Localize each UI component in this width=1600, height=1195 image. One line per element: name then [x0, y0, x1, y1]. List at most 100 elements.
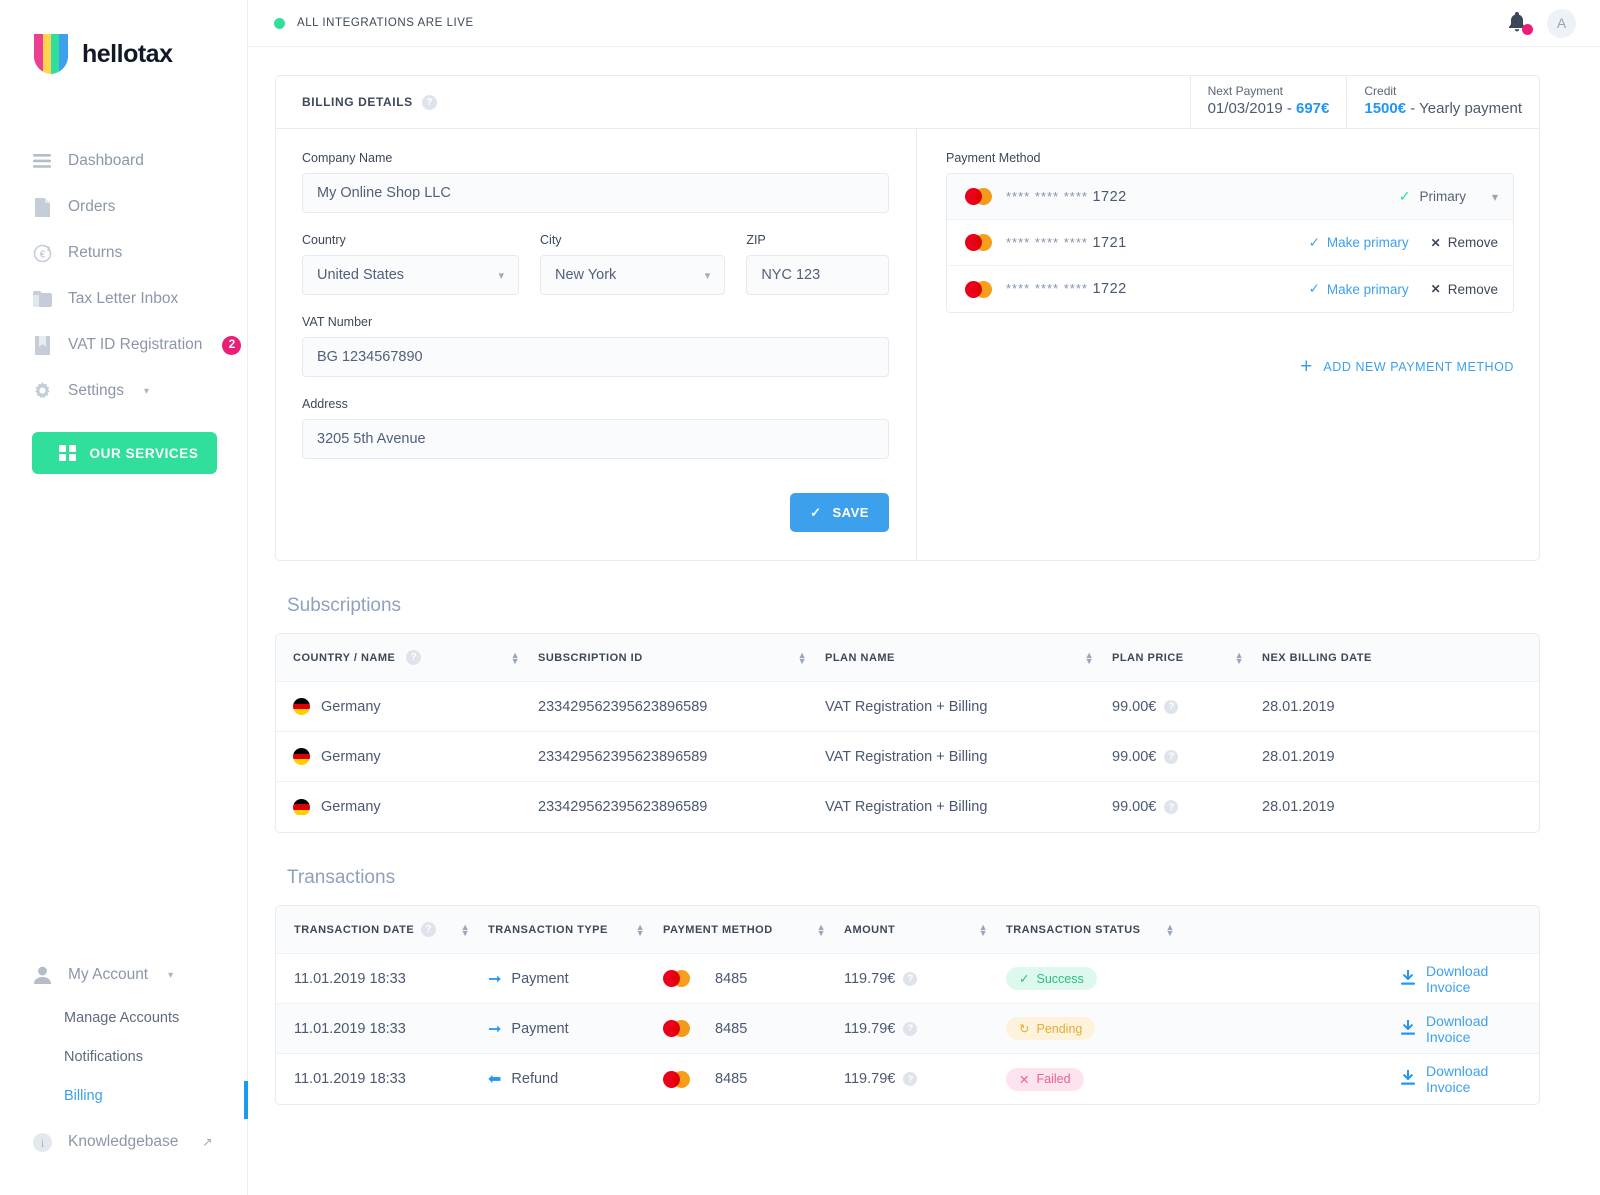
help-icon[interactable]: ? — [903, 1072, 918, 1086]
cell-amount: 119.79€ ? — [844, 971, 1006, 987]
column-label: TRANSACTION STATUS — [1006, 923, 1141, 936]
remove-payment-method-button[interactable]: ✕ Remove — [1431, 235, 1498, 250]
country-value: United States — [317, 267, 405, 283]
sidebar-item-vat-id-registration[interactable]: VAT ID Registration 2 — [0, 322, 247, 368]
make-primary-button[interactable]: ✓ Make primary — [1309, 281, 1409, 297]
city-select[interactable]: New York ▾ — [540, 255, 726, 295]
chevron-down-icon: ▾ — [168, 969, 174, 981]
add-payment-method-button[interactable]: + ADD NEW PAYMENT METHOD — [946, 356, 1514, 377]
remove-payment-method-button[interactable]: ✕ Remove — [1431, 282, 1498, 297]
sidebar-nav: Dashboard Orders € Returns Tax Letter In… — [0, 138, 247, 414]
payment-method-row[interactable]: **** **** **** 1722 ✓ Make primary ✕ Rem… — [947, 266, 1513, 312]
column-header-transaction-date[interactable]: TRANSACTION DATE ? ▲ ▼ — [276, 922, 488, 937]
transactions-table-header: TRANSACTION DATE ? ▲ ▼ TRANSACTION TYPE ▲… — [276, 906, 1539, 954]
country-select[interactable]: United States ▾ — [302, 255, 520, 295]
remove-label: Remove — [1447, 235, 1498, 250]
column-header-country-name[interactable]: COUNTRY / NAME ? ▲ ▼ — [276, 650, 538, 665]
close-icon: ✕ — [1019, 1072, 1030, 1087]
address-input[interactable]: 3205 5th Avenue — [302, 419, 889, 459]
save-button[interactable]: ✓ SAVE — [790, 493, 889, 532]
sidebar: hellotax Dashboard Orders € Returns Tax … — [0, 0, 248, 1195]
download-icon — [1401, 1069, 1415, 1088]
sort-icon[interactable]: ▲ ▼ — [798, 650, 825, 665]
help-icon[interactable]: ? — [1164, 800, 1179, 814]
table-row[interactable]: Germany 233429562395623896589 VAT Regist… — [276, 782, 1539, 832]
add-payment-method-label: ADD NEW PAYMENT METHOD — [1323, 359, 1514, 374]
column-header-amount[interactable]: AMOUNT ▲ ▼ — [844, 922, 1006, 937]
sidebar-item-settings[interactable]: Settings ▾ — [0, 368, 247, 414]
sort-icon[interactable]: ▲ ▼ — [1085, 650, 1112, 665]
download-icon — [1401, 1018, 1415, 1038]
logo-text: hellotax — [82, 39, 173, 68]
company-name-input[interactable]: My Online Shop LLC — [302, 173, 889, 213]
vat-number-input[interactable]: BG 1234567890 — [302, 337, 889, 377]
sort-icon[interactable]: ▲ ▼ — [461, 922, 488, 937]
sidebar-subitem-label: Notifications — [64, 1048, 143, 1065]
column-header-plan-price[interactable]: PLAN PRICE ▲ ▼ — [1112, 650, 1262, 665]
cell-plan-name: VAT Registration + Billing — [825, 748, 988, 765]
table-row[interactable]: Germany 233429562395623896589 VAT Regist… — [276, 682, 1539, 732]
help-icon[interactable]: ? — [421, 94, 437, 110]
column-label: COUNTRY / NAME — [293, 651, 396, 664]
column-header-transaction-status[interactable]: TRANSACTION STATUS ▲ ▼ — [1006, 922, 1401, 937]
next-payment-amount: 697€ — [1296, 100, 1330, 117]
card-last4: 1722 — [1092, 188, 1127, 205]
table-row[interactable]: 11.01.2019 18:33 ➞ Payment 8485 119.79€ … — [276, 1004, 1539, 1054]
notifications-bell-button[interactable] — [1507, 11, 1533, 35]
cell-actions: Download Invoice — [1401, 963, 1539, 995]
check-icon: ✓ — [1398, 188, 1411, 204]
column-header-next-billing-date[interactable]: NEX BILLING DATE — [1262, 652, 1539, 664]
help-icon[interactable]: ? — [903, 971, 918, 986]
help-icon[interactable]: ? — [406, 650, 422, 665]
logo[interactable]: hellotax — [0, 0, 247, 76]
sidebar-item-returns[interactable]: € Returns — [0, 230, 247, 276]
sidebar-item-notifications[interactable]: Notifications — [0, 1037, 247, 1076]
help-icon[interactable]: ? — [421, 922, 437, 937]
sort-icon[interactable]: ▲ ▼ — [979, 922, 1006, 937]
city-value: New York — [555, 267, 617, 283]
next-payment-label: Next Payment — [1207, 84, 1283, 98]
sort-icon[interactable]: ▲ ▼ — [636, 922, 663, 937]
download-invoice-button[interactable]: Download Invoice — [1401, 963, 1515, 995]
company-name-label: Company Name — [302, 151, 393, 165]
sort-icon[interactable]: ▲ ▼ — [1235, 650, 1262, 665]
mastercard-icon — [965, 280, 992, 298]
zip-input[interactable]: NYC 123 — [746, 255, 889, 295]
column-header-plan-name[interactable]: PLAN NAME ▲ ▼ — [825, 650, 1112, 665]
column-header-payment-method[interactable]: PAYMENT METHOD ▲ ▼ — [663, 922, 844, 937]
country-group: Country United States ▾ — [302, 233, 520, 295]
help-icon[interactable]: ? — [1164, 749, 1179, 764]
sort-icon[interactable]: ▲ ▼ — [511, 650, 538, 665]
save-row: ✓ SAVE — [302, 493, 889, 532]
sidebar-item-dashboard[interactable]: Dashboard — [0, 138, 247, 184]
grid-icon — [59, 444, 76, 462]
make-primary-button[interactable]: ✓ Make primary — [1309, 235, 1409, 251]
column-header-transaction-type[interactable]: TRANSACTION TYPE ▲ ▼ — [488, 922, 663, 937]
download-invoice-button[interactable]: Download Invoice — [1401, 1063, 1515, 1095]
sidebar-item-billing[interactable]: Billing — [0, 1076, 247, 1115]
column-header-subscription-id[interactable]: SUBSCRIPTION ID ▲ ▼ — [538, 650, 825, 665]
avatar[interactable]: A — [1547, 8, 1576, 38]
cell-transaction-status: ✓ Success — [1006, 967, 1401, 990]
table-row[interactable]: 11.01.2019 18:33 ➞ Payment 8485 119.79€ … — [276, 954, 1539, 1004]
download-invoice-button[interactable]: Download Invoice — [1401, 1013, 1515, 1045]
sidebar-item-label: Returns — [68, 244, 123, 261]
sidebar-item-orders[interactable]: Orders — [0, 184, 247, 230]
sidebar-item-manage-accounts[interactable]: Manage Accounts — [0, 998, 247, 1037]
table-row[interactable]: 11.01.2019 18:33 ⬅ Refund 8485 119.79€ ? — [276, 1054, 1539, 1104]
payment-method-row[interactable]: **** **** **** 1722 ✓ Primary ▾ — [947, 174, 1513, 220]
sidebar-item-knowledgebase[interactable]: i Knowledgebase ↗ — [0, 1119, 247, 1165]
help-icon[interactable]: ? — [903, 1021, 918, 1036]
sidebar-item-my-account[interactable]: My Account ▾ — [0, 952, 247, 998]
our-services-button[interactable]: OUR SERVICES — [32, 432, 217, 474]
help-icon[interactable]: ? — [1164, 699, 1179, 714]
cell-plan-price: 99.00€? — [1112, 699, 1262, 715]
sort-icon[interactable]: ▲ ▼ — [817, 922, 844, 937]
sidebar-item-tax-letter-inbox[interactable]: Tax Letter Inbox — [0, 276, 247, 322]
info-icon: i — [32, 1132, 52, 1152]
sort-icon[interactable]: ▲ ▼ — [1165, 922, 1192, 937]
plan-price-value: 99.00€ — [1112, 748, 1157, 765]
table-row[interactable]: Germany 233429562395623896589 VAT Regist… — [276, 732, 1539, 782]
chevron-down-icon[interactable]: ▾ — [1492, 190, 1498, 204]
payment-method-row[interactable]: **** **** **** 1721 ✓ Make primary ✕ Rem… — [947, 220, 1513, 266]
